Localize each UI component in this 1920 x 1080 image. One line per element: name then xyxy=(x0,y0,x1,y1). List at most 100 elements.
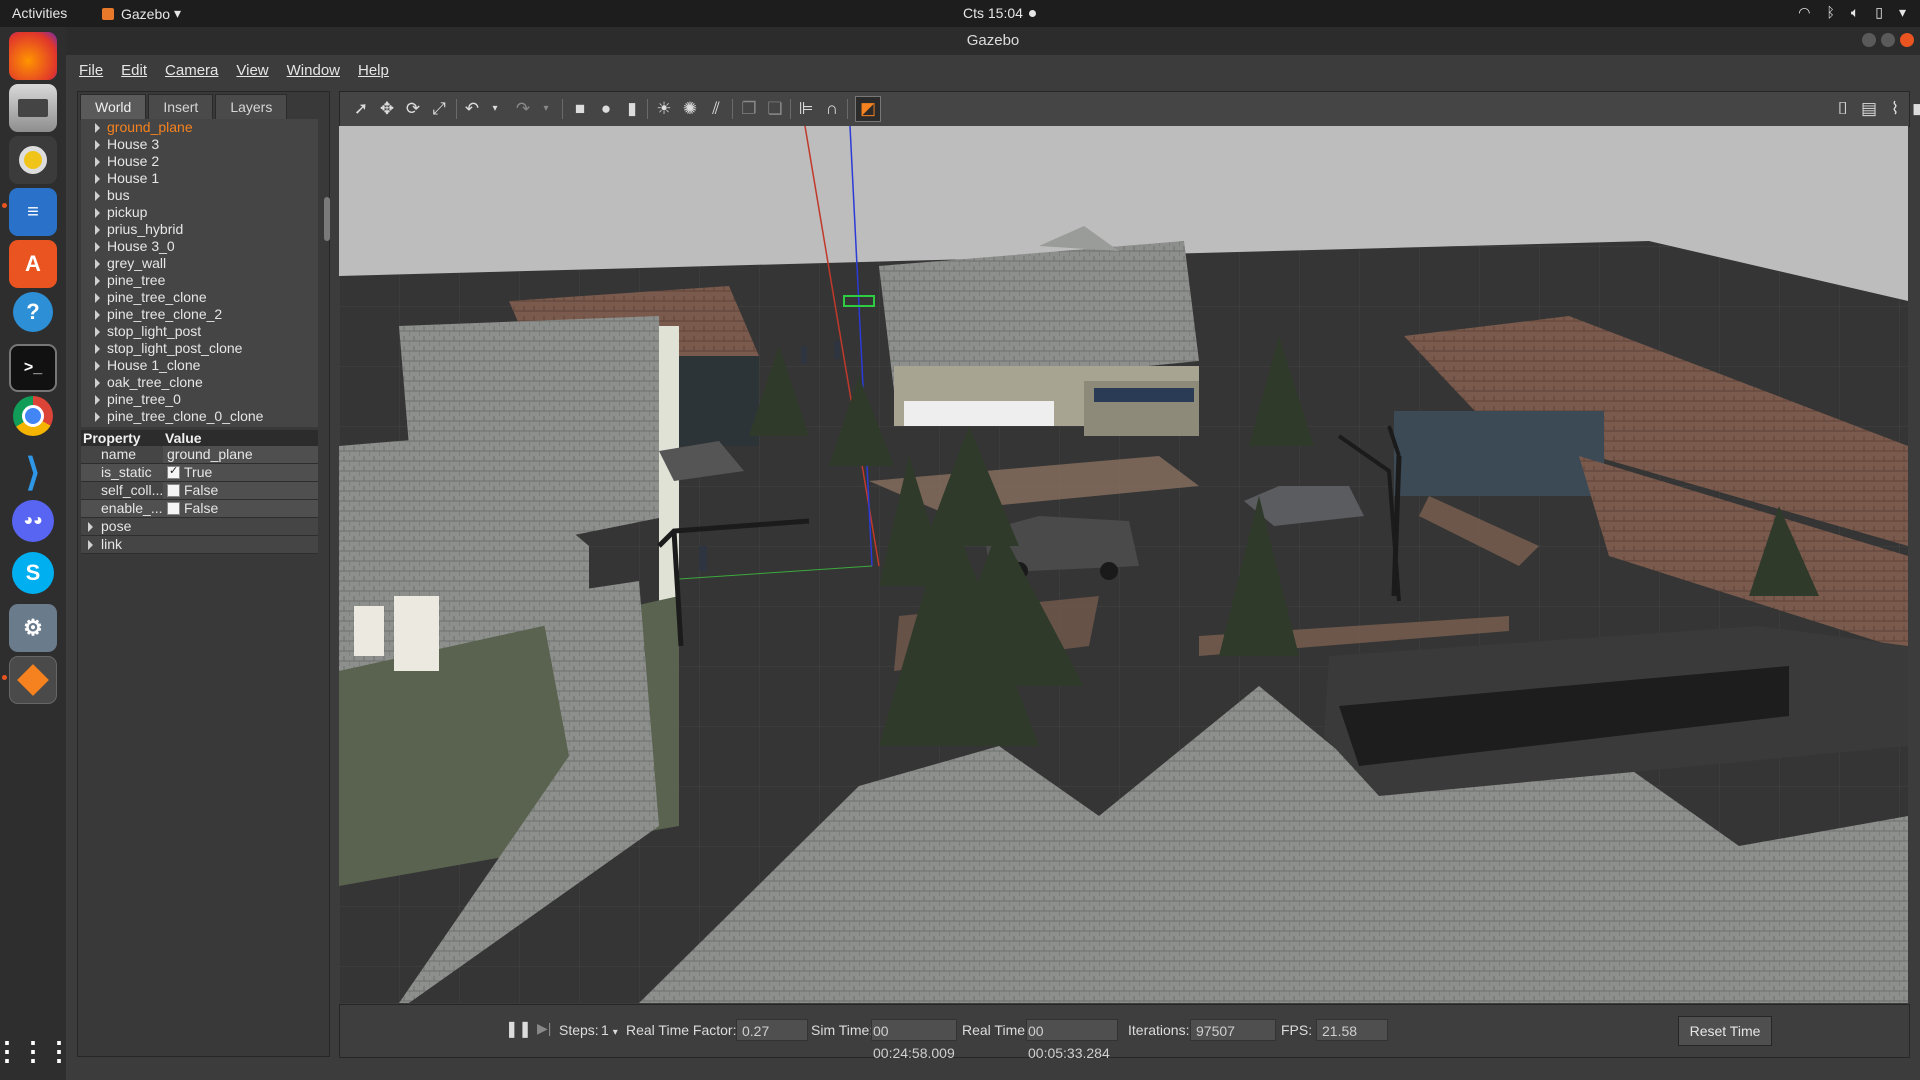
tree-item[interactable]: House 1_clone xyxy=(81,357,318,374)
paste-icon[interactable]: ❏ xyxy=(766,100,784,118)
tree-item[interactable]: pickup xyxy=(81,204,318,221)
snap-icon[interactable]: ∩ xyxy=(823,100,841,118)
show-apps-icon[interactable]: ⋮⋮⋮ xyxy=(0,1027,72,1075)
settings-icon[interactable]: ⚙ xyxy=(9,604,57,652)
expand-arrow-icon[interactable] xyxy=(95,276,100,286)
tree-item[interactable]: pine_tree_0 xyxy=(81,391,318,408)
expand-arrow-icon[interactable] xyxy=(95,208,100,218)
plot-icon[interactable]: ⌇ xyxy=(1886,100,1904,118)
software-icon[interactable]: A xyxy=(9,240,57,288)
spot-light-icon[interactable]: ✺ xyxy=(681,100,699,118)
menu-camera[interactable]: Camera xyxy=(165,62,218,79)
close-button[interactable] xyxy=(1900,33,1914,47)
tree-item[interactable]: House 1 xyxy=(81,170,318,187)
vscode-icon[interactable]: ⟩ xyxy=(9,448,57,496)
expand-arrow-icon[interactable] xyxy=(95,140,100,150)
reset-time-button[interactable]: Reset Time xyxy=(1678,1016,1772,1046)
self-collide-checkbox[interactable] xyxy=(167,484,180,497)
expand-arrow-icon[interactable] xyxy=(95,293,100,303)
point-light-icon[interactable]: ☀ xyxy=(655,100,673,118)
tree-item[interactable]: stop_light_post_clone xyxy=(81,340,318,357)
tree-item[interactable]: pine_tree xyxy=(81,272,318,289)
expand-arrow-icon[interactable] xyxy=(95,327,100,337)
copy-icon[interactable]: ❐ xyxy=(740,100,758,118)
menu-window[interactable]: Window xyxy=(287,62,340,79)
files-icon[interactable] xyxy=(9,84,57,132)
tree-item[interactable]: oak_tree_clone xyxy=(81,374,318,391)
tree-scrollbar[interactable] xyxy=(324,197,330,241)
3d-viewport[interactable] xyxy=(339,126,1908,1003)
rotate-mode-icon[interactable]: ⟳ xyxy=(404,100,422,118)
menu-help[interactable]: Help xyxy=(358,62,389,79)
tree-item[interactable]: House 3 xyxy=(81,136,318,153)
pause-icon[interactable]: ❚❚ xyxy=(505,1019,532,1039)
tree-item[interactable]: pine_tree_clone_0_clone xyxy=(81,408,318,425)
expand-arrow-icon[interactable] xyxy=(95,191,100,201)
tab-insert[interactable]: Insert xyxy=(148,94,214,120)
scale-mode-icon[interactable]: ⤢ xyxy=(430,100,448,118)
sphere-shape-icon[interactable]: ● xyxy=(597,100,615,118)
skype-icon[interactable]: S xyxy=(12,552,54,594)
undo-icon[interactable]: ↶ xyxy=(463,100,481,118)
tree-item[interactable]: House 2 xyxy=(81,153,318,170)
clock[interactable]: Cts 15:04 xyxy=(963,5,1036,21)
step-icon[interactable]: ▶| xyxy=(537,1020,551,1037)
is-static-checkbox[interactable] xyxy=(167,463,180,480)
tree-item[interactable]: grey_wall xyxy=(81,255,318,272)
expand-arrow-icon[interactable] xyxy=(95,395,100,405)
firefox-icon[interactable] xyxy=(9,32,57,80)
tree-item[interactable]: pine_tree_clone_2 xyxy=(81,306,318,323)
expand-arrow-icon[interactable] xyxy=(95,412,100,422)
enable-wind-checkbox[interactable] xyxy=(167,502,180,515)
terminal-icon[interactable]: >_ xyxy=(9,344,57,392)
expand-arrow-icon[interactable] xyxy=(95,344,100,354)
title-bar[interactable]: Gazebo xyxy=(66,27,1920,55)
menu-view[interactable]: View xyxy=(236,62,268,79)
video-record-icon[interactable]: ◼ xyxy=(1910,100,1920,118)
system-tray[interactable]: ◠ ᛒ 🔈︎ ▯ ▾ xyxy=(1798,4,1906,21)
discord-icon[interactable]: ◕◕ xyxy=(12,500,54,542)
prop-group-link[interactable]: link xyxy=(81,536,318,554)
change-view-angle-icon[interactable]: ◩ xyxy=(855,96,881,122)
menu-edit[interactable]: Edit xyxy=(121,62,147,79)
tree-item[interactable]: prius_hybrid xyxy=(81,221,318,238)
maximize-button[interactable] xyxy=(1881,33,1895,47)
expand-arrow-icon[interactable] xyxy=(95,310,100,320)
tab-world[interactable]: World xyxy=(80,94,147,120)
name-field[interactable]: ground_plane xyxy=(163,446,318,463)
expand-arrow-icon[interactable] xyxy=(95,174,100,184)
steps-spinner[interactable]: 1 ▾ xyxy=(601,1022,618,1038)
menu-file[interactable]: File xyxy=(79,62,103,79)
translate-mode-icon[interactable]: ✥ xyxy=(378,100,396,118)
select-mode-icon[interactable]: ➚ xyxy=(352,100,370,118)
chrome-icon[interactable] xyxy=(13,396,53,436)
tree-item[interactable]: bus xyxy=(81,187,318,204)
redo-icon[interactable]: ↷ xyxy=(514,100,532,118)
expand-arrow-icon[interactable] xyxy=(95,361,100,371)
tab-layers[interactable]: Layers xyxy=(215,94,288,120)
minimize-button[interactable] xyxy=(1862,33,1876,47)
log-data-icon[interactable]: ▤ xyxy=(1860,100,1878,118)
tree-item[interactable]: stop_light_post xyxy=(81,323,318,340)
tree-item[interactable]: pine_tree_clone xyxy=(81,289,318,306)
expand-arrow-icon[interactable] xyxy=(95,123,100,133)
screenshot-icon[interactable]: ⌷ xyxy=(1834,100,1852,118)
align-icon[interactable]: ⊫ xyxy=(797,100,815,118)
rhythmbox-icon[interactable] xyxy=(9,136,57,184)
directional-light-icon[interactable]: ⫽ xyxy=(707,100,725,118)
app-menu[interactable]: Gazebo ▾ xyxy=(102,5,181,22)
cylinder-shape-icon[interactable]: ▮ xyxy=(623,100,641,118)
tree-item[interactable]: House 3_0 xyxy=(81,238,318,255)
expand-arrow-icon[interactable] xyxy=(95,378,100,388)
box-shape-icon[interactable]: ■ xyxy=(571,100,589,118)
gazebo-icon[interactable] xyxy=(9,656,57,704)
expand-arrow-icon[interactable] xyxy=(95,242,100,252)
expand-arrow-icon[interactable] xyxy=(95,259,100,269)
undo-history-icon[interactable]: ▾ xyxy=(486,100,504,118)
activities-button[interactable]: Activities xyxy=(12,5,67,21)
redo-history-icon[interactable]: ▾ xyxy=(537,100,555,118)
expand-arrow-icon[interactable] xyxy=(95,225,100,235)
writer-icon[interactable]: ≡ xyxy=(9,188,57,236)
expand-arrow-icon[interactable] xyxy=(95,157,100,167)
tree-item[interactable]: ground_plane xyxy=(81,119,318,136)
